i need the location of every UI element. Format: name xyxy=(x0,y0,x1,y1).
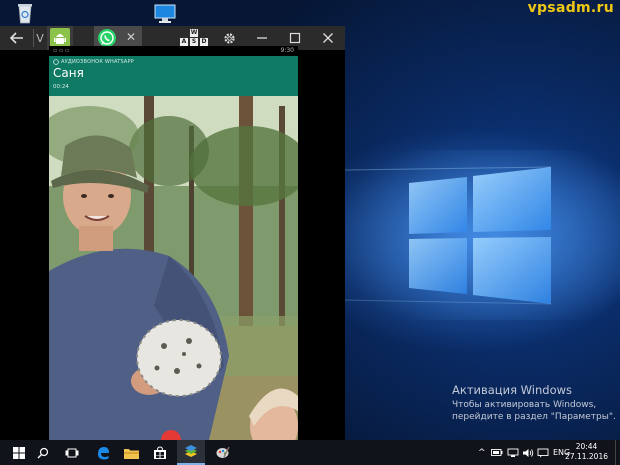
maximize-icon xyxy=(289,32,301,44)
activation-line-1: Чтобы активировать Windows, xyxy=(452,400,597,410)
clock[interactable]: 20:44 27.11.2016 xyxy=(565,442,608,462)
recycle-bin-icon[interactable] xyxy=(12,2,38,24)
close-tab-icon[interactable]: ✕ xyxy=(126,30,136,44)
status-notification-icons: ▫ ▫ ▫ xyxy=(53,47,70,54)
whatsapp-icon xyxy=(98,29,116,47)
android-icon xyxy=(50,28,70,48)
message-icon xyxy=(537,448,549,457)
taskbar-bluestacks[interactable] xyxy=(177,440,205,465)
taskbar-edge[interactable] xyxy=(92,440,114,465)
minimize-icon xyxy=(257,37,267,39)
watermark: vpsadm.ru xyxy=(527,0,614,16)
show-desktop-button[interactable] xyxy=(615,440,620,465)
android-screen: ▫ ▫ ▫ 9:30 АУДИОЗВОНОК WHATSAPP Саня 00:… xyxy=(49,46,298,440)
key-d: D xyxy=(200,38,208,46)
battery-tray[interactable] xyxy=(491,440,503,465)
android-status-bar: ▫ ▫ ▫ 9:30 xyxy=(49,46,298,56)
arrow-left-icon xyxy=(10,32,23,44)
call-app-label-row: АУДИОЗВОНОК WHATSAPP xyxy=(53,59,134,65)
edge-icon xyxy=(98,446,109,459)
key-a: A xyxy=(180,38,188,46)
activation-line-2: перейдите в раздел "Параметры". xyxy=(452,412,616,422)
network-tray[interactable] xyxy=(507,440,519,465)
taskbar-store[interactable] xyxy=(149,440,171,465)
close-icon xyxy=(323,33,333,43)
contact-photo-illustration xyxy=(49,96,298,440)
status-time: 9:30 xyxy=(280,47,294,54)
activation-title: Активация Windows xyxy=(452,383,573,397)
tab-home[interactable]: V xyxy=(35,26,45,50)
search-button[interactable] xyxy=(34,440,52,465)
call-app-label: АУДИОЗВОНОК WHATSAPP xyxy=(61,59,134,65)
volume-icon xyxy=(523,448,534,457)
search-icon xyxy=(37,447,49,458)
battery-icon xyxy=(491,449,503,456)
keyboard-mapping-button[interactable]: W A S D xyxy=(180,29,208,47)
emulator-window: V ✕ W A S D ▫ ▫ ▫ 9:30 АУДИОЗВОНОК WHATS… xyxy=(0,26,345,440)
contact-name: Саня xyxy=(53,66,84,80)
back-button[interactable] xyxy=(4,26,30,50)
bluestacks-icon xyxy=(185,444,197,457)
store-icon xyxy=(154,445,166,459)
folder-icon xyxy=(123,448,139,459)
task-view-icon xyxy=(65,448,79,457)
this-pc-icon[interactable] xyxy=(152,2,178,24)
windows-activation-notice: Активация Windows Чтобы активировать Win… xyxy=(452,383,616,423)
task-view-button[interactable] xyxy=(62,440,82,465)
clock-date: 27.11.2016 xyxy=(565,452,608,461)
taskbar-explorer[interactable] xyxy=(120,440,142,465)
toolbar-divider xyxy=(33,29,34,47)
network-icon xyxy=(507,448,519,457)
key-w: W xyxy=(190,29,198,37)
close-button[interactable] xyxy=(318,26,338,50)
paint-icon xyxy=(216,446,230,458)
desktop: vpsadm.ru Активация Windows Чтобы активи… xyxy=(0,0,620,440)
show-hidden-icons-button[interactable]: ^ xyxy=(478,440,486,465)
key-s: S xyxy=(190,38,198,46)
contact-photo xyxy=(49,96,298,440)
notifications-tray[interactable] xyxy=(537,440,549,465)
call-duration: 00:24 xyxy=(53,84,69,90)
gear-icon xyxy=(223,32,235,44)
call-header: АУДИОЗВОНОК WHATSAPP Саня 00:24 xyxy=(49,56,298,96)
windows-start-icon xyxy=(13,446,25,459)
windows-logo-background xyxy=(345,150,620,320)
start-button[interactable] xyxy=(2,440,36,465)
whatsapp-small-icon xyxy=(53,59,59,65)
taskbar-app[interactable] xyxy=(210,440,234,465)
volume-tray[interactable] xyxy=(522,440,534,465)
taskbar: ^ ENG 20:44 27.11.2016 xyxy=(0,440,620,465)
clock-time: 20:44 xyxy=(575,442,598,451)
